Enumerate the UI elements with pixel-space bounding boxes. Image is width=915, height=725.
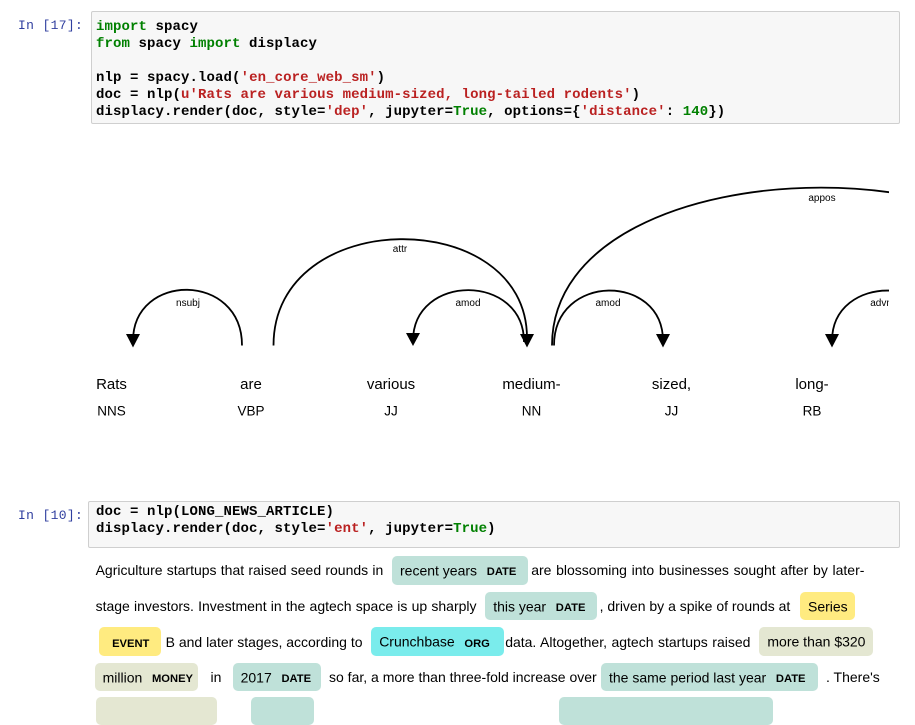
- svg-text:nsubj: nsubj: [176, 298, 200, 309]
- svg-text:various: various: [367, 376, 415, 393]
- svg-text:Rats: Rats: [96, 376, 127, 393]
- svg-text:long-: long-: [795, 376, 828, 393]
- svg-text:JJ: JJ: [665, 404, 679, 419]
- svg-text:attr: attr: [393, 244, 408, 255]
- svg-text:RB: RB: [803, 404, 822, 419]
- svg-text:are: are: [240, 376, 262, 393]
- svg-text:NN: NN: [522, 404, 542, 419]
- svg-text:VBP: VBP: [237, 404, 264, 419]
- svg-text:NNS: NNS: [97, 404, 126, 419]
- svg-text:amod: amod: [455, 298, 480, 309]
- svg-text:amod: amod: [595, 298, 620, 309]
- svg-text:medium-: medium-: [502, 376, 560, 393]
- svg-text:sized,: sized,: [652, 376, 691, 393]
- svg-text:appos: appos: [808, 193, 835, 204]
- svg-text:JJ: JJ: [384, 404, 398, 419]
- svg-text:advmod: advmod: [870, 298, 889, 309]
